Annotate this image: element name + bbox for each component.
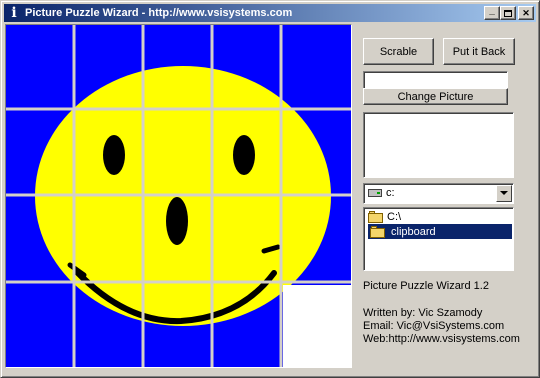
scramble-button[interactable]: Scrable	[363, 38, 434, 65]
maximize-icon	[504, 9, 512, 17]
website-text: Web:http://www.vsisystems.com	[363, 333, 520, 345]
directory-label: clipboard	[389, 225, 438, 238]
info-i-icon: i	[11, 5, 17, 21]
put-it-back-button[interactable]: Put it Back	[443, 38, 515, 65]
app-window: i Picture Puzzle Wizard - http://www.vsi…	[0, 0, 540, 378]
nose	[166, 197, 188, 245]
chevron-down-icon	[500, 191, 508, 195]
file-list[interactable]	[363, 112, 514, 178]
hard-drive-icon	[368, 189, 382, 197]
directory-list[interactable]: C:\ clipboard	[363, 207, 514, 271]
drive-value: c:	[386, 187, 395, 199]
drive-combo[interactable]: c:	[363, 183, 514, 204]
empty-tile[interactable]	[283, 285, 352, 368]
change-picture-button[interactable]: Change Picture	[363, 88, 508, 105]
right-eye	[233, 135, 255, 175]
maximize-button[interactable]	[500, 6, 516, 20]
close-icon: ✕	[522, 8, 530, 18]
path-input[interactable]	[363, 71, 508, 89]
version-text: Picture Puzzle Wizard 1.2	[363, 280, 489, 292]
window-controls: _ ✕	[484, 6, 534, 20]
open-folder-icon	[368, 210, 384, 223]
directory-label: C:\	[387, 210, 402, 223]
left-eye	[103, 135, 125, 175]
author-text: Written by: Vic Szamody	[363, 307, 483, 319]
open-folder-icon	[370, 225, 386, 238]
puzzle-board[interactable]	[5, 24, 352, 368]
email-text: Email: Vic@VsiSystems.com	[363, 320, 505, 332]
puzzle-image	[6, 25, 352, 368]
directory-item-root[interactable]: C:\	[368, 209, 401, 224]
minimize-button[interactable]: _	[484, 6, 500, 20]
drive-dropdown-button[interactable]	[496, 185, 512, 202]
title-bar[interactable]: i Picture Puzzle Wizard - http://www.vsi…	[4, 4, 536, 22]
directory-item-clipboard[interactable]: clipboard	[368, 224, 512, 239]
window-title: Picture Puzzle Wizard - http://www.vsisy…	[25, 7, 293, 19]
close-button[interactable]: ✕	[518, 6, 534, 20]
drive-selection: c:	[368, 187, 395, 199]
minimize-icon: _	[489, 5, 495, 16]
